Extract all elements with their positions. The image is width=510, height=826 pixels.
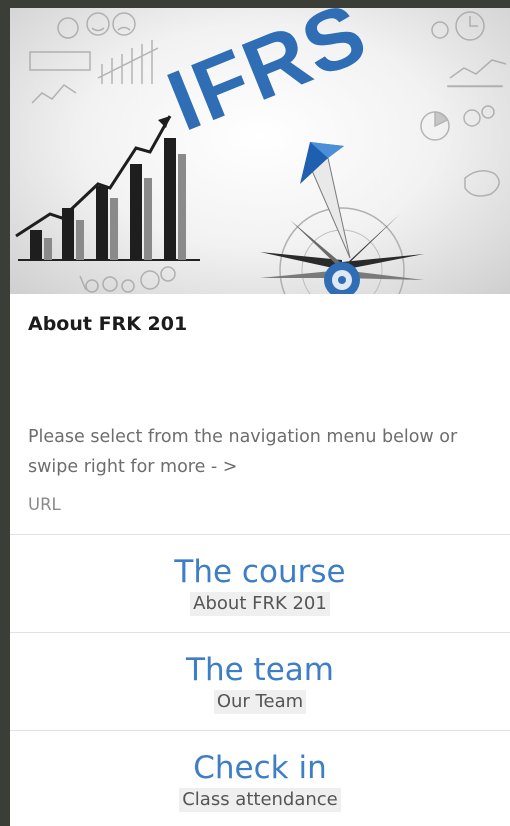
nav-item-the-course[interactable]: The course About FRK 201: [10, 534, 510, 632]
bar-chart-doodle: [15, 115, 200, 261]
instructions-text: Please select from the navigation menu b…: [28, 427, 458, 477]
nav-item-subtitle: Our Team: [213, 690, 307, 714]
hero-image: IFRS: [10, 8, 510, 294]
url-link[interactable]: URL: [28, 495, 61, 514]
page-title: About FRK 201: [28, 313, 188, 335]
nav-item-the-team[interactable]: The team Our Team: [10, 632, 510, 730]
nav-item-title: The course: [174, 554, 346, 590]
nav-item-subtitle: Class attendance: [179, 788, 341, 812]
nav-item-check-in[interactable]: Check in Class attendance: [10, 730, 510, 826]
nav-item-title: Check in: [193, 750, 327, 786]
hero-illustration: IFRS: [15, 8, 507, 294]
nav-item-subtitle: About FRK 201: [190, 592, 330, 616]
app-frame: IFRS About FRK 201 Please select from th…: [10, 8, 510, 826]
compass-doodle: [260, 142, 424, 294]
ifrs-title-text: IFRS: [155, 8, 380, 150]
nav-item-title: The team: [186, 652, 334, 688]
